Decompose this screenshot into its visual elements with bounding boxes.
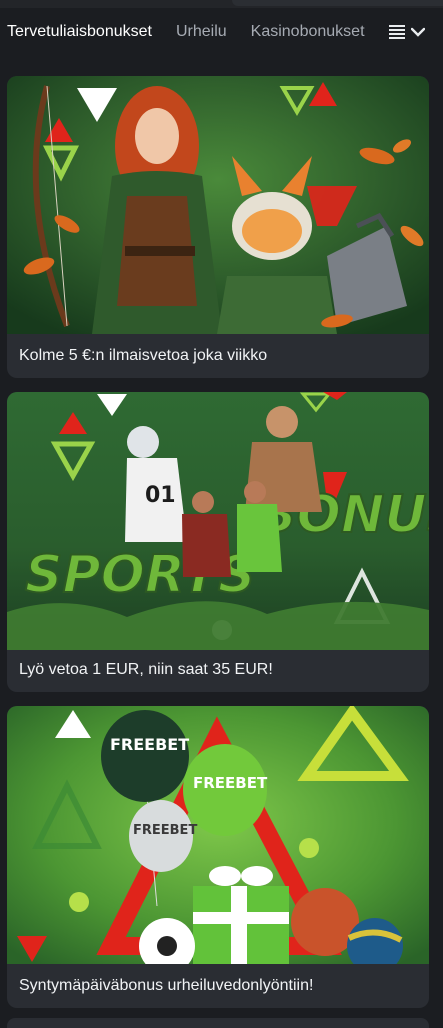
promo-title: Syntymäpäiväbonus urheiluvedonlyöntiin!	[19, 977, 314, 994]
svg-text:01: 01	[145, 483, 176, 508]
promo-card[interactable]: SPORTS BONUS 01 Lyö vetoa 1 EUR, niin sa…	[7, 392, 429, 692]
archer-and-fox-promo-image	[7, 76, 429, 334]
promo-card[interactable]: Kolme 5 €:n ilmaisvetoa joka viikko	[7, 76, 429, 378]
tab-sports[interactable]: Urheilu	[176, 8, 227, 56]
next-promo-card-edge	[7, 1018, 429, 1028]
top-status-strip	[0, 0, 443, 8]
sports-bonus-promo-image: SPORTS BONUS 01	[7, 392, 429, 650]
promo-category-tabs: Tervetuliaisbonukset Urheilu Kasinobonuk…	[0, 8, 443, 56]
promo-title: Lyö vetoa 1 EUR, niin saat 35 EUR!	[19, 661, 273, 678]
svg-text:FREEBET: FREEBET	[133, 823, 197, 838]
tab-welcome-bonuses[interactable]: Tervetuliaisbonukset	[7, 8, 152, 56]
list-icon	[388, 25, 405, 39]
chevron-down-icon	[410, 27, 425, 37]
promo-title: Kolme 5 €:n ilmaisvetoa joka viikko	[19, 347, 268, 364]
more-categories-button[interactable]	[388, 25, 425, 39]
tab-casino-bonuses[interactable]: Kasinobonukset	[251, 8, 365, 56]
svg-text:FREEBET: FREEBET	[110, 735, 189, 754]
freebet-balloons-promo-image: FREEBET FREEBET FREEBET	[7, 706, 429, 964]
svg-text:FREEBET: FREEBET	[193, 774, 268, 792]
promo-card[interactable]: FREEBET FREEBET FREEBET Syntymäpäiväbonu…	[7, 706, 429, 1008]
